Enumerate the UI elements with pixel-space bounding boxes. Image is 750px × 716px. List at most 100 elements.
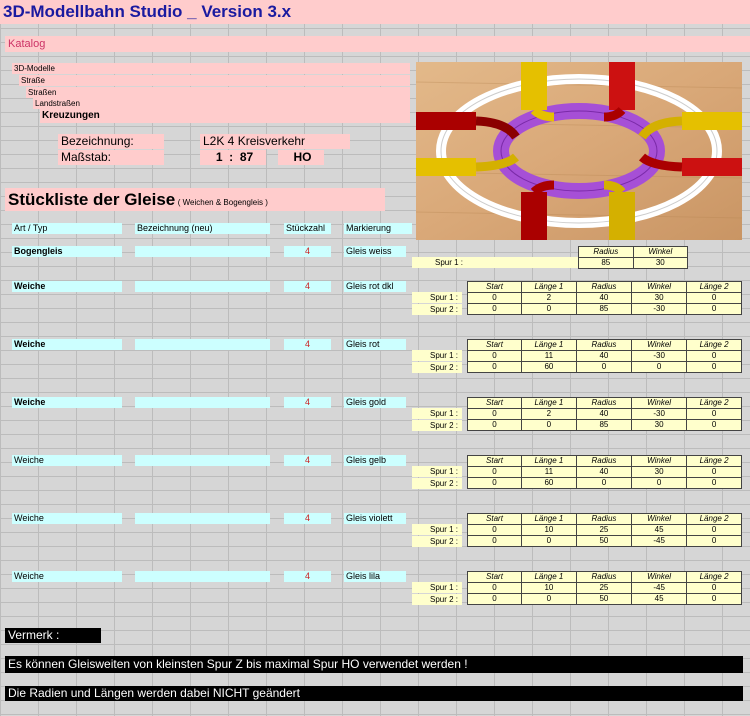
vermerk-label: Vermerk :: [5, 628, 101, 643]
track-new-name-field[interactable]: [135, 339, 270, 350]
track-quantity: 4: [284, 455, 331, 466]
param-header: Länge 1: [520, 281, 577, 293]
param-cell: 0: [686, 593, 742, 605]
param-cell: 0: [686, 303, 742, 315]
param-cell: 0: [467, 593, 522, 605]
track-type: Weiche: [12, 281, 122, 292]
track-quantity: 4: [284, 339, 331, 350]
param-cell: 50: [575, 593, 633, 605]
breadcrumb-item[interactable]: 3D-Modelle: [12, 63, 410, 74]
breadcrumb-current: Kreuzungen: [40, 109, 410, 123]
spur-label: Spur 1 :: [412, 292, 462, 303]
track-parameter-table: Start Länge 1 Radius Winkel Länge 2 0 10 25 45 0 0…: [467, 513, 742, 547]
param-cell: 0: [467, 477, 522, 489]
massstab-ratio: 1 : 87: [200, 150, 266, 165]
param-header: Radius: [575, 339, 633, 351]
param-header: Start: [467, 571, 522, 583]
param-header: Länge 1: [520, 513, 577, 525]
param-cell: 0: [686, 361, 742, 373]
bezeichnung-value: L2K 4 Kreisverkehr: [200, 134, 350, 149]
param-cell: 45: [631, 524, 688, 536]
track-quantity: 4: [284, 246, 331, 257]
param-header: Start: [467, 513, 522, 525]
breadcrumb-item[interactable]: Landstraßen: [33, 98, 410, 109]
param-header: Länge 2: [686, 281, 742, 293]
spur-label: Spur 1 :: [412, 582, 462, 593]
track-marking: Gleis gold: [344, 397, 406, 408]
track-new-name-field[interactable]: [135, 246, 270, 257]
track-parameter-table: Start Länge 1 Radius Winkel Länge 2 0 2 40 -30 0 0…: [467, 397, 742, 431]
track-type: Bogengleis: [12, 246, 122, 257]
track-parameter-table: Radius Winkel 85 30: [578, 246, 689, 269]
param-header: Radius: [575, 455, 633, 467]
param-cell: 60: [520, 477, 577, 489]
param-header: Radius: [575, 571, 633, 583]
param-header: Start: [467, 455, 522, 467]
spur-label: Spur 1 :: [412, 350, 462, 361]
param-cell: 0: [686, 466, 742, 478]
track-marking: Gleis rot: [344, 339, 406, 350]
param-header: Start: [467, 339, 522, 351]
spur-label: Spur 2 :: [412, 594, 462, 605]
bezeichnung-label: Bezeichnung:: [58, 134, 164, 149]
param-header: Winkel: [631, 397, 688, 409]
param-cell: 0: [520, 593, 577, 605]
param-header: Länge 1: [520, 571, 577, 583]
track-marking: Gleis gelb: [344, 455, 406, 466]
param-cell: 0: [575, 477, 633, 489]
track-new-name-field[interactable]: [135, 513, 270, 524]
param-cell: 40: [575, 466, 633, 478]
param-cell: 0: [520, 535, 577, 547]
param-cell: 30: [631, 466, 688, 478]
col-header-markierung: Markierung: [344, 223, 412, 234]
param-cell: 85: [578, 257, 634, 269]
param-cell: 30: [631, 292, 688, 304]
param-cell: 11: [520, 350, 577, 362]
track-new-name-field[interactable]: [135, 397, 270, 408]
massstab-scale: HO: [278, 150, 324, 165]
param-cell: 0: [686, 419, 742, 431]
col-header-art: Art / Typ: [12, 223, 122, 234]
param-cell: 85: [575, 419, 633, 431]
param-cell: 0: [467, 466, 522, 478]
param-header: Radius: [575, 513, 633, 525]
spur-label: Spur 2 :: [412, 478, 462, 489]
param-cell: 0: [467, 419, 522, 431]
param-header: Start: [467, 397, 522, 409]
param-header: Länge 2: [686, 397, 742, 409]
track-marking: Gleis weiss: [344, 246, 406, 257]
track-new-name-field[interactable]: [135, 571, 270, 582]
track-parameter-table: Start Länge 1 Radius Winkel Länge 2 0 2 40 30 0 0 0…: [467, 281, 742, 315]
note-line-2: Die Radien und Längen werden dabei NICHT…: [5, 686, 743, 701]
param-cell: 0: [686, 535, 742, 547]
param-cell: -45: [631, 535, 688, 547]
param-header: Winkel: [632, 246, 689, 258]
param-cell: -30: [631, 303, 688, 315]
param-header: Länge 2: [686, 571, 742, 583]
stueckliste-heading: Stückliste der Gleise ( Weichen & Bogeng…: [5, 188, 385, 211]
param-header: Winkel: [631, 455, 688, 467]
track-new-name-field[interactable]: [135, 455, 270, 466]
param-header: Länge 1: [520, 397, 577, 409]
param-cell: 40: [575, 292, 633, 304]
param-cell: 0: [467, 524, 522, 536]
stueckliste-title: Stückliste der Gleise: [8, 190, 176, 209]
breadcrumb-item[interactable]: Straße: [19, 75, 410, 86]
track-new-name-field[interactable]: [135, 281, 270, 292]
breadcrumb-item[interactable]: Straßen: [26, 87, 410, 98]
param-cell: 0: [467, 535, 522, 547]
track-parameter-table: Start Länge 1 Radius Winkel Länge 2 0 10 25 -45 0…: [467, 571, 742, 605]
note-line-1: Es können Gleisweiten von kleinsten Spur…: [5, 656, 743, 673]
param-cell: 0: [467, 292, 522, 304]
param-cell: 25: [575, 524, 633, 536]
param-header: Länge 2: [686, 339, 742, 351]
param-cell: 0: [686, 292, 742, 304]
param-cell: 0: [467, 582, 522, 594]
param-cell: 0: [467, 361, 522, 373]
param-cell: 10: [520, 582, 577, 594]
param-header: Radius: [575, 281, 633, 293]
track-quantity: 4: [284, 281, 331, 292]
param-cell: 0: [686, 582, 742, 594]
param-cell: 0: [686, 477, 742, 489]
param-cell: 85: [575, 303, 633, 315]
